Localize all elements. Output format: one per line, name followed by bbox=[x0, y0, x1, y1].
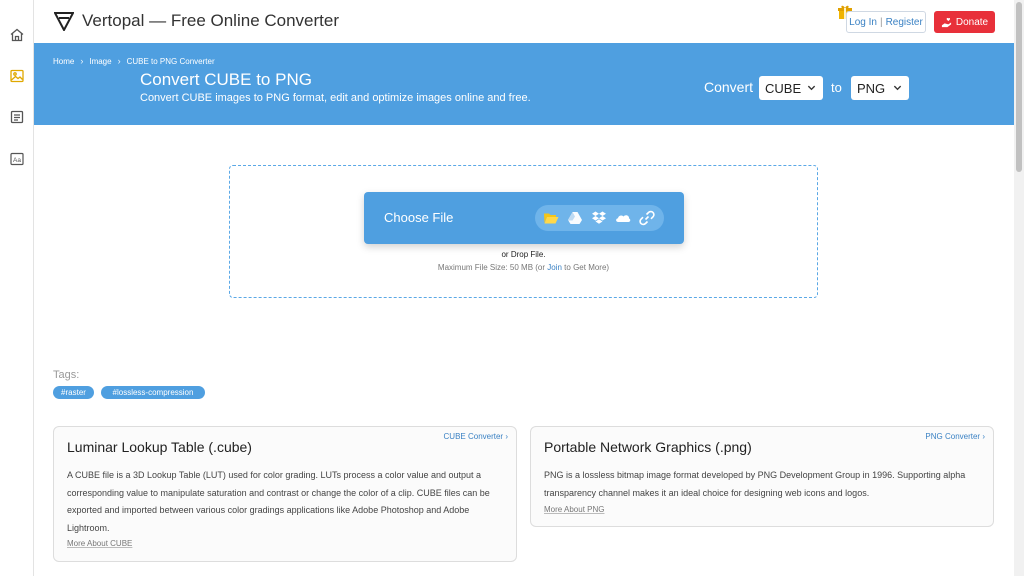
max-size-suffix: to Get More) bbox=[561, 263, 610, 272]
breadcrumb-home[interactable]: Home bbox=[53, 57, 74, 66]
folder-icon[interactable] bbox=[543, 210, 559, 226]
chevron-right-icon: › bbox=[80, 56, 84, 66]
upload-source-group bbox=[535, 205, 664, 231]
more-about-png-link[interactable]: More About PNG bbox=[544, 505, 604, 514]
max-size-text: Maximum File Size: 50 MB (or Join to Get… bbox=[230, 263, 817, 272]
login-link[interactable]: Log In bbox=[849, 17, 877, 28]
page-title: Convert CUBE to PNG bbox=[140, 70, 312, 89]
cube-converter-link[interactable]: CUBE Converter › bbox=[444, 432, 508, 441]
max-size-prefix: Maximum File Size: 50 MB (or bbox=[437, 263, 548, 272]
from-format-select[interactable]: CUBE bbox=[759, 76, 823, 100]
top-header: Vertopal — Free Online Converter Log In … bbox=[34, 0, 1014, 43]
more-about-cube-link[interactable]: More About CUBE bbox=[67, 539, 132, 548]
chevron-right-icon: › bbox=[117, 56, 121, 66]
page-scrollbar[interactable] bbox=[1014, 0, 1024, 576]
left-rail: Aa bbox=[0, 0, 34, 576]
chevron-right-icon: › bbox=[982, 432, 985, 441]
png-converter-link[interactable]: PNG Converter › bbox=[925, 432, 985, 441]
png-converter-label: PNG Converter bbox=[925, 432, 981, 441]
login-register-box: Log In | Register bbox=[846, 11, 926, 33]
donate-button[interactable]: Donate bbox=[934, 11, 995, 33]
breadcrumb: Home › Image › CUBE to PNG Converter bbox=[53, 56, 215, 66]
to-format-select[interactable]: PNG bbox=[851, 76, 909, 100]
choose-file-button[interactable]: Choose File bbox=[364, 192, 684, 244]
tag-lossless-compression[interactable]: #lossless-compression bbox=[101, 386, 205, 399]
brand-title[interactable]: Vertopal — Free Online Converter bbox=[82, 11, 339, 31]
chevron-down-icon bbox=[893, 85, 902, 91]
link-icon[interactable] bbox=[639, 210, 655, 226]
card-title: Portable Network Graphics (.png) bbox=[544, 439, 752, 455]
breadcrumb-current: CUBE to PNG Converter bbox=[126, 56, 215, 66]
image-icon[interactable] bbox=[8, 67, 26, 85]
to-format-value: PNG bbox=[857, 80, 886, 96]
tag-raster[interactable]: #raster bbox=[53, 386, 94, 399]
login-separator: | bbox=[879, 16, 883, 28]
dropbox-icon[interactable] bbox=[591, 210, 607, 226]
document-icon[interactable] bbox=[8, 108, 26, 126]
choose-file-label: Choose File bbox=[384, 210, 454, 225]
svg-text:Aa: Aa bbox=[13, 157, 21, 164]
to-label: to bbox=[831, 80, 842, 95]
page-subtitle: Convert CUBE images to PNG format, edit … bbox=[140, 92, 531, 104]
cube-format-card: CUBE Converter › Luminar Lookup Table (.… bbox=[53, 426, 517, 562]
donate-hand-icon bbox=[941, 17, 951, 27]
register-link[interactable]: Register bbox=[886, 17, 923, 28]
join-link[interactable]: Join bbox=[547, 263, 562, 272]
donate-label: Donate bbox=[955, 16, 989, 28]
cube-converter-label: CUBE Converter bbox=[443, 432, 504, 441]
from-format-value: CUBE bbox=[765, 80, 802, 96]
convert-label: Convert bbox=[704, 79, 754, 95]
tags-label: Tags: bbox=[53, 369, 80, 381]
card-title: Luminar Lookup Table (.cube) bbox=[67, 439, 252, 455]
scrollbar-thumb[interactable] bbox=[1016, 2, 1022, 172]
card-description: PNG is a lossless bitmap image format de… bbox=[544, 470, 966, 498]
file-drop-zone[interactable]: Choose File or Drop File. Maximum File S… bbox=[229, 165, 818, 298]
hero-banner: Home › Image › CUBE to PNG Converter Con… bbox=[34, 43, 1014, 125]
breadcrumb-image[interactable]: Image bbox=[89, 57, 111, 66]
vertopal-logo-icon[interactable] bbox=[54, 11, 74, 31]
png-format-card: PNG Converter › Portable Network Graphic… bbox=[530, 426, 994, 527]
drop-file-text: or Drop File. bbox=[501, 250, 546, 259]
home-icon[interactable] bbox=[8, 26, 26, 44]
chevron-right-icon: › bbox=[505, 432, 508, 441]
card-description: A CUBE file is a 3D Lookup Table (LUT) u… bbox=[67, 470, 490, 533]
google-drive-icon[interactable] bbox=[567, 210, 583, 226]
chevron-down-icon bbox=[807, 85, 816, 91]
onedrive-icon[interactable] bbox=[615, 210, 631, 226]
font-icon[interactable]: Aa bbox=[8, 150, 26, 168]
